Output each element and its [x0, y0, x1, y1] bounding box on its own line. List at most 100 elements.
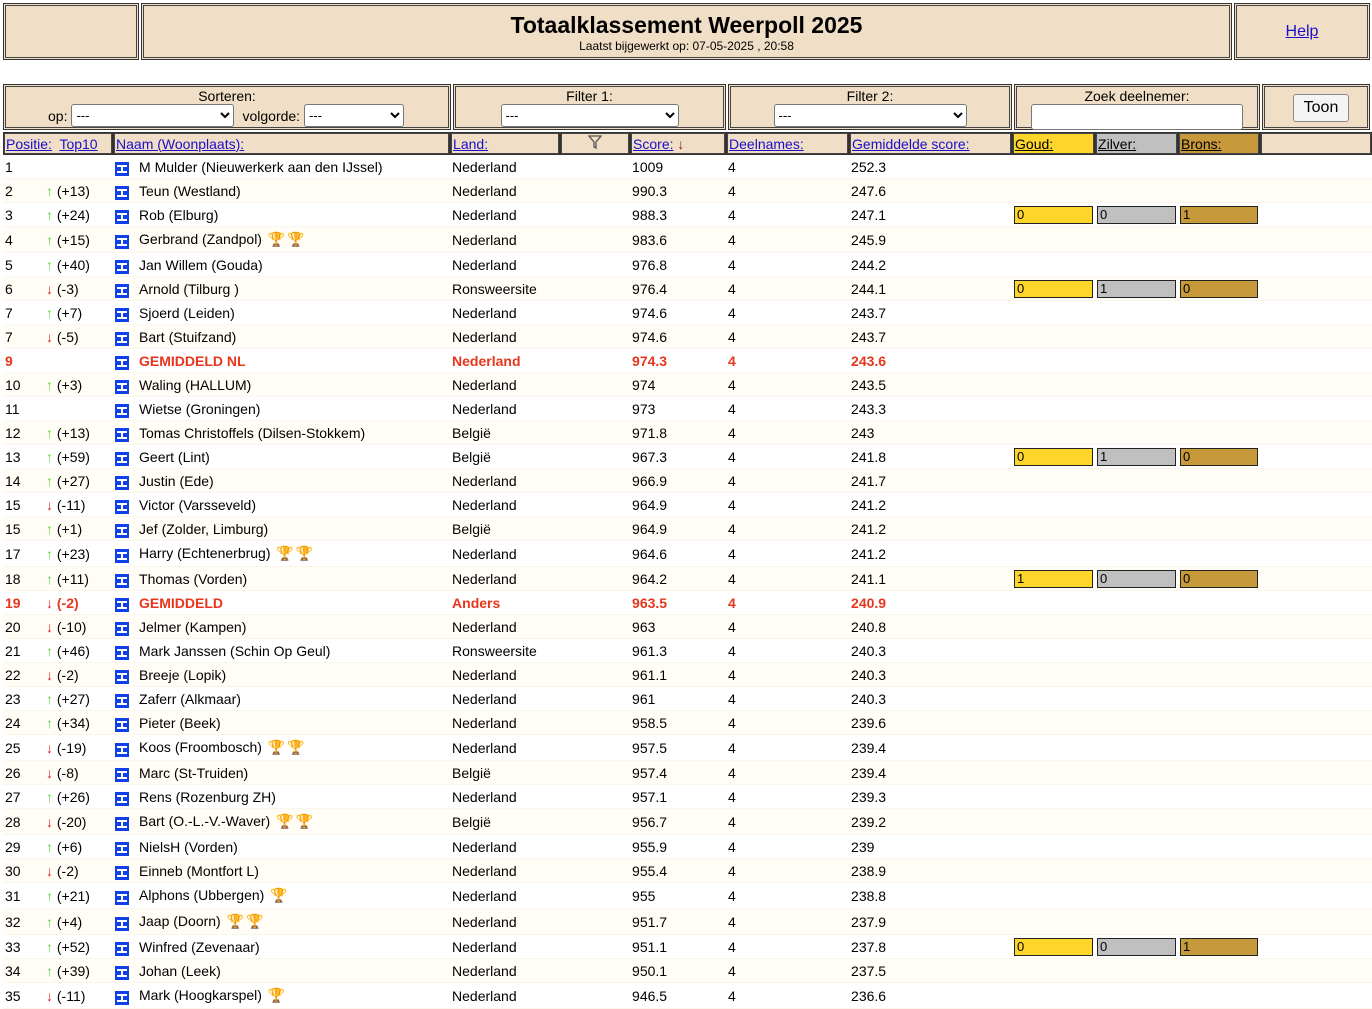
sort-position-link[interactable]: Positie: [6, 136, 52, 152]
table-row: 18 ↑ (+11) Thomas (Vorden) Nederland 964.2 4… [3, 567, 1372, 591]
sort-order-select[interactable]: --- [304, 104, 405, 127]
position-change: ↑ (+34) [44, 711, 114, 735]
average-score: 241.2 [849, 541, 1013, 567]
profile-icon[interactable] [115, 669, 130, 684]
profile-icon[interactable] [115, 841, 130, 856]
profile-icon[interactable] [115, 573, 130, 588]
position: 15 [3, 517, 44, 541]
average-score: 236.6 [849, 983, 1013, 1009]
entries: 4 [726, 809, 850, 835]
trophy-silver-icon: 🏆 [226, 913, 245, 929]
filter2-select[interactable]: --- [773, 104, 967, 127]
sort-gold-link[interactable]: Goud: [1015, 136, 1053, 152]
average-score: 252.3 [849, 155, 1013, 179]
profile-icon[interactable] [115, 645, 130, 660]
position: 23 [3, 687, 44, 711]
profile-icon[interactable] [115, 742, 130, 757]
filter-icon[interactable] [560, 132, 631, 155]
profile-icon[interactable] [115, 451, 130, 466]
score: 976.4 [630, 277, 727, 301]
profile-icon[interactable] [115, 355, 130, 370]
score: 973 [630, 397, 727, 421]
sort-avg-link[interactable]: Gemiddelde score: [852, 136, 970, 152]
score: 955.9 [630, 835, 727, 859]
profile-icon[interactable] [115, 548, 130, 563]
profile-icon[interactable] [115, 865, 130, 880]
entries: 4 [726, 421, 850, 445]
arrow-down-icon: ↓ [46, 328, 53, 345]
profile-icon[interactable] [115, 161, 130, 176]
show-button[interactable]: Toon [1293, 94, 1349, 122]
profile-icon[interactable] [115, 791, 130, 806]
filter1-select[interactable]: --- [500, 104, 679, 127]
profile-icon[interactable] [115, 990, 130, 1005]
profile-icon[interactable] [115, 427, 130, 442]
sort-name-link[interactable]: Naam (Woonplaats): [116, 136, 244, 152]
sort-bronze-link[interactable]: Brons: [1181, 136, 1221, 152]
profile-icon[interactable] [115, 597, 130, 612]
sort-score-link[interactable]: Score: [633, 136, 673, 152]
profile-icon[interactable] [115, 331, 130, 346]
position-change: ↑ (+39) [44, 959, 114, 983]
score: 961.3 [630, 639, 727, 663]
participant-name: Victor (Varsseveld) [137, 493, 451, 517]
sort-by-select[interactable]: --- [71, 104, 235, 127]
help-link[interactable]: Help [1286, 23, 1319, 40]
score: 983.6 [630, 227, 727, 253]
average-score: 239 [849, 835, 1013, 859]
profile-icon[interactable] [115, 890, 130, 905]
score: 974 [630, 373, 727, 397]
profile-icon[interactable] [115, 916, 130, 931]
score: 964.9 [630, 493, 727, 517]
profile-icon[interactable] [115, 209, 130, 224]
search-input[interactable] [1031, 104, 1243, 130]
profile-icon[interactable] [115, 475, 130, 490]
participant-name: Bart (Stuifzand) [137, 325, 451, 349]
entries: 4 [726, 687, 850, 711]
profile-icon[interactable] [115, 379, 130, 394]
position: 29 [3, 835, 44, 859]
sort-entries-link[interactable]: Deelnames: [729, 136, 804, 152]
profile-icon[interactable] [115, 621, 130, 636]
profile-icon[interactable] [115, 403, 130, 418]
table-row: 10 ↑ (+3) Waling (HALLUM) Nederland 974 4 243… [3, 373, 1372, 397]
profile-icon[interactable] [115, 283, 130, 298]
profile-icon[interactable] [115, 234, 130, 249]
profile-icon[interactable] [115, 767, 130, 782]
land: Nederland [450, 835, 561, 859]
sort-land-link[interactable]: Land: [453, 136, 488, 152]
entries: 4 [726, 541, 850, 567]
profile-icon[interactable] [115, 941, 130, 956]
position: 7 [3, 325, 44, 349]
sort-desc-arrow-icon: ↓ [677, 135, 685, 152]
table-row: 13 ↑ (+59) Geert (Lint) België 967.3 4 241.8 0… [3, 445, 1372, 469]
table-row: 26 ↓ (-8) Marc (St-Truiden) België 957.4 4 23… [3, 761, 1372, 785]
entries: 4 [726, 959, 850, 983]
average-score: 239.4 [849, 761, 1013, 785]
entries: 4 [726, 639, 850, 663]
position-change: ↓ (-2) [44, 663, 114, 687]
profile-icon[interactable] [115, 717, 130, 732]
page-title: Totaalklassement Weerpoll 2025 [510, 12, 863, 38]
land: België [450, 517, 561, 541]
land: Nederland [450, 883, 561, 909]
position: 10 [3, 373, 44, 397]
participant-name: Geert (Lint) [137, 445, 451, 469]
participant-name: Mark Janssen (Schin Op Geul) [137, 639, 451, 663]
profile-icon[interactable] [115, 307, 130, 322]
profile-icon[interactable] [115, 185, 130, 200]
average-score: 238.9 [849, 859, 1013, 883]
sort-silver-link[interactable]: Zilver: [1098, 136, 1136, 152]
arrow-up-icon: ↑ [46, 788, 53, 805]
table-row: 7 ↓ (-5) Bart (Stuifzand) Nederland 974.6 4 2… [3, 325, 1372, 349]
profile-icon[interactable] [115, 816, 130, 831]
profile-icon[interactable] [115, 965, 130, 980]
average-score: 240.3 [849, 663, 1013, 687]
entries: 4 [726, 445, 850, 469]
profile-icon[interactable] [115, 259, 130, 274]
table-row: 32 ↑ (+4) Jaap (Doorn) 🏆 🏆 Nederland 951.7 4 23… [3, 909, 1372, 935]
profile-icon[interactable] [115, 499, 130, 514]
top10-link[interactable]: Top10 [59, 136, 97, 152]
profile-icon[interactable] [115, 523, 130, 538]
profile-icon[interactable] [115, 693, 130, 708]
